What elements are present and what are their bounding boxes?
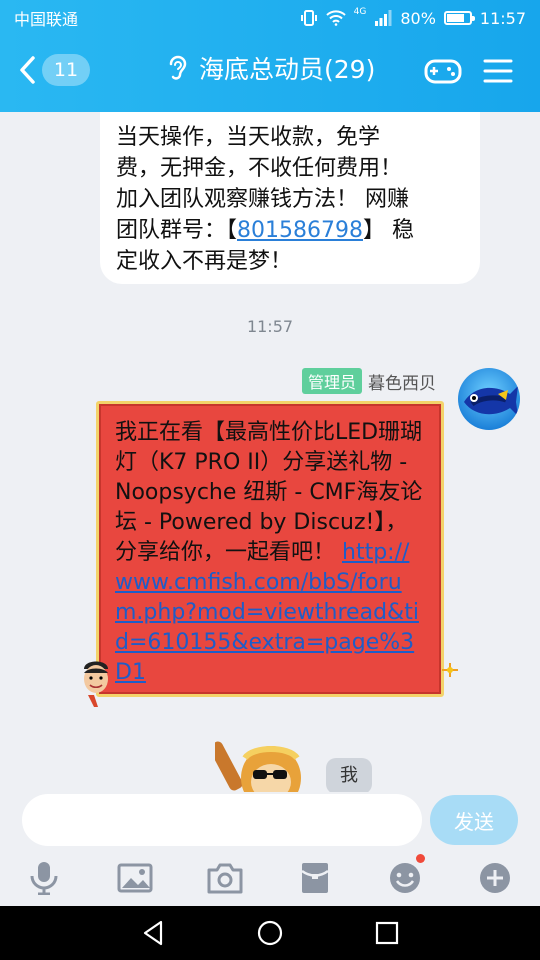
spark-icon (442, 663, 458, 677)
message-line: 团队群号：【801586798】 稳 (116, 215, 464, 246)
shared-link-message-bubble[interactable]: 我正在看【最高性价比LED珊瑚灯（K7 PRO II）分享送礼物 - Noops… (96, 401, 444, 697)
new-badge-dot (416, 854, 425, 863)
battery-percent: 80% (400, 8, 436, 28)
sender-name[interactable]: 暮色西贝 (368, 369, 436, 394)
my-message-bubble[interactable]: 我 (326, 758, 372, 792)
menu-button[interactable] (483, 58, 513, 88)
network-type-label: 4G (353, 7, 367, 17)
gamepad-icon (424, 59, 462, 84)
sender-avatar[interactable] (458, 368, 520, 430)
emoji-icon (390, 863, 420, 893)
red-packet-icon (301, 863, 329, 893)
back-triangle-icon[interactable] (141, 920, 165, 946)
microphone-icon (30, 862, 58, 895)
ear-icon (169, 55, 187, 80)
home-circle-icon[interactable] (256, 919, 284, 947)
compose-bar: 发送 (0, 792, 540, 850)
fish-avatar-icon (458, 368, 520, 430)
image-icon (117, 863, 153, 893)
bubble-decoration-face (78, 657, 114, 713)
emoji-button[interactable] (385, 854, 425, 898)
photo-button[interactable] (115, 858, 155, 898)
chat-header: 11 海底总动员(29) (0, 36, 540, 112)
signal-icon (375, 10, 392, 26)
recents-square-icon[interactable] (375, 921, 399, 945)
chevron-left-icon (20, 56, 35, 84)
red-packet-button[interactable] (295, 858, 335, 898)
message-line: 加入团队观察赚钱方法！ 网赚 (116, 187, 409, 212)
message-line: 定收入不再是梦！ (116, 249, 293, 274)
clock: 11:57 (479, 8, 526, 28)
chat-title: 海底总动员(29) (199, 55, 376, 84)
camera-icon (207, 863, 243, 894)
more-button[interactable] (475, 858, 515, 898)
status-bar: 中国联通 4G 80% 11:57 (0, 0, 540, 36)
battery-fill (446, 14, 465, 22)
message-line: 当天操作，当天收款，免学 (116, 125, 381, 150)
back-button[interactable]: 11 (18, 54, 90, 86)
status-icons: 4G 80% 11:57 (300, 7, 526, 28)
group-number-link[interactable]: 801586798 (237, 218, 363, 243)
message-input[interactable] (22, 794, 422, 846)
wifi-icon (325, 10, 346, 26)
chat-title-group[interactable]: 海底总动员(29) (165, 50, 375, 86)
carrier-label: 中国联通 (14, 10, 79, 29)
attachment-toolbar (0, 850, 540, 906)
voice-button[interactable] (24, 858, 64, 898)
sender-info: 管理员 暮色西贝 (301, 368, 436, 394)
previous-message-bubble[interactable]: 当天操作，当天收款，免学 费，无押金，不收任何费用！ 加入团队观察赚钱方法！ 网… (100, 112, 480, 284)
message-line: 费，无押金，不收任何费用！ (116, 156, 403, 181)
send-button[interactable]: 发送 (430, 795, 518, 845)
message-list[interactable]: 当天操作，当天收款，免学 费，无押金，不收任何费用！ 加入团队观察赚钱方法！ 网… (0, 112, 540, 792)
camera-button[interactable] (205, 858, 245, 898)
message-text: 】 稳 (363, 218, 414, 243)
monkey-king-icon (209, 741, 301, 792)
vibrate-icon (300, 10, 317, 26)
unread-count-badge: 11 (42, 54, 90, 86)
hamburger-icon (483, 59, 513, 83)
battery-icon (443, 11, 475, 25)
monkey-sticker (209, 732, 307, 792)
system-nav-bar (0, 906, 540, 960)
message-timestamp: 11:57 (246, 317, 294, 336)
bubble-decoration-spark (442, 662, 458, 681)
game-button[interactable] (424, 56, 462, 90)
cartoon-face-icon (84, 661, 108, 707)
admin-badge: 管理员 (301, 368, 362, 394)
plus-icon (480, 863, 510, 893)
message-text: 团队群号：【 (116, 218, 238, 243)
